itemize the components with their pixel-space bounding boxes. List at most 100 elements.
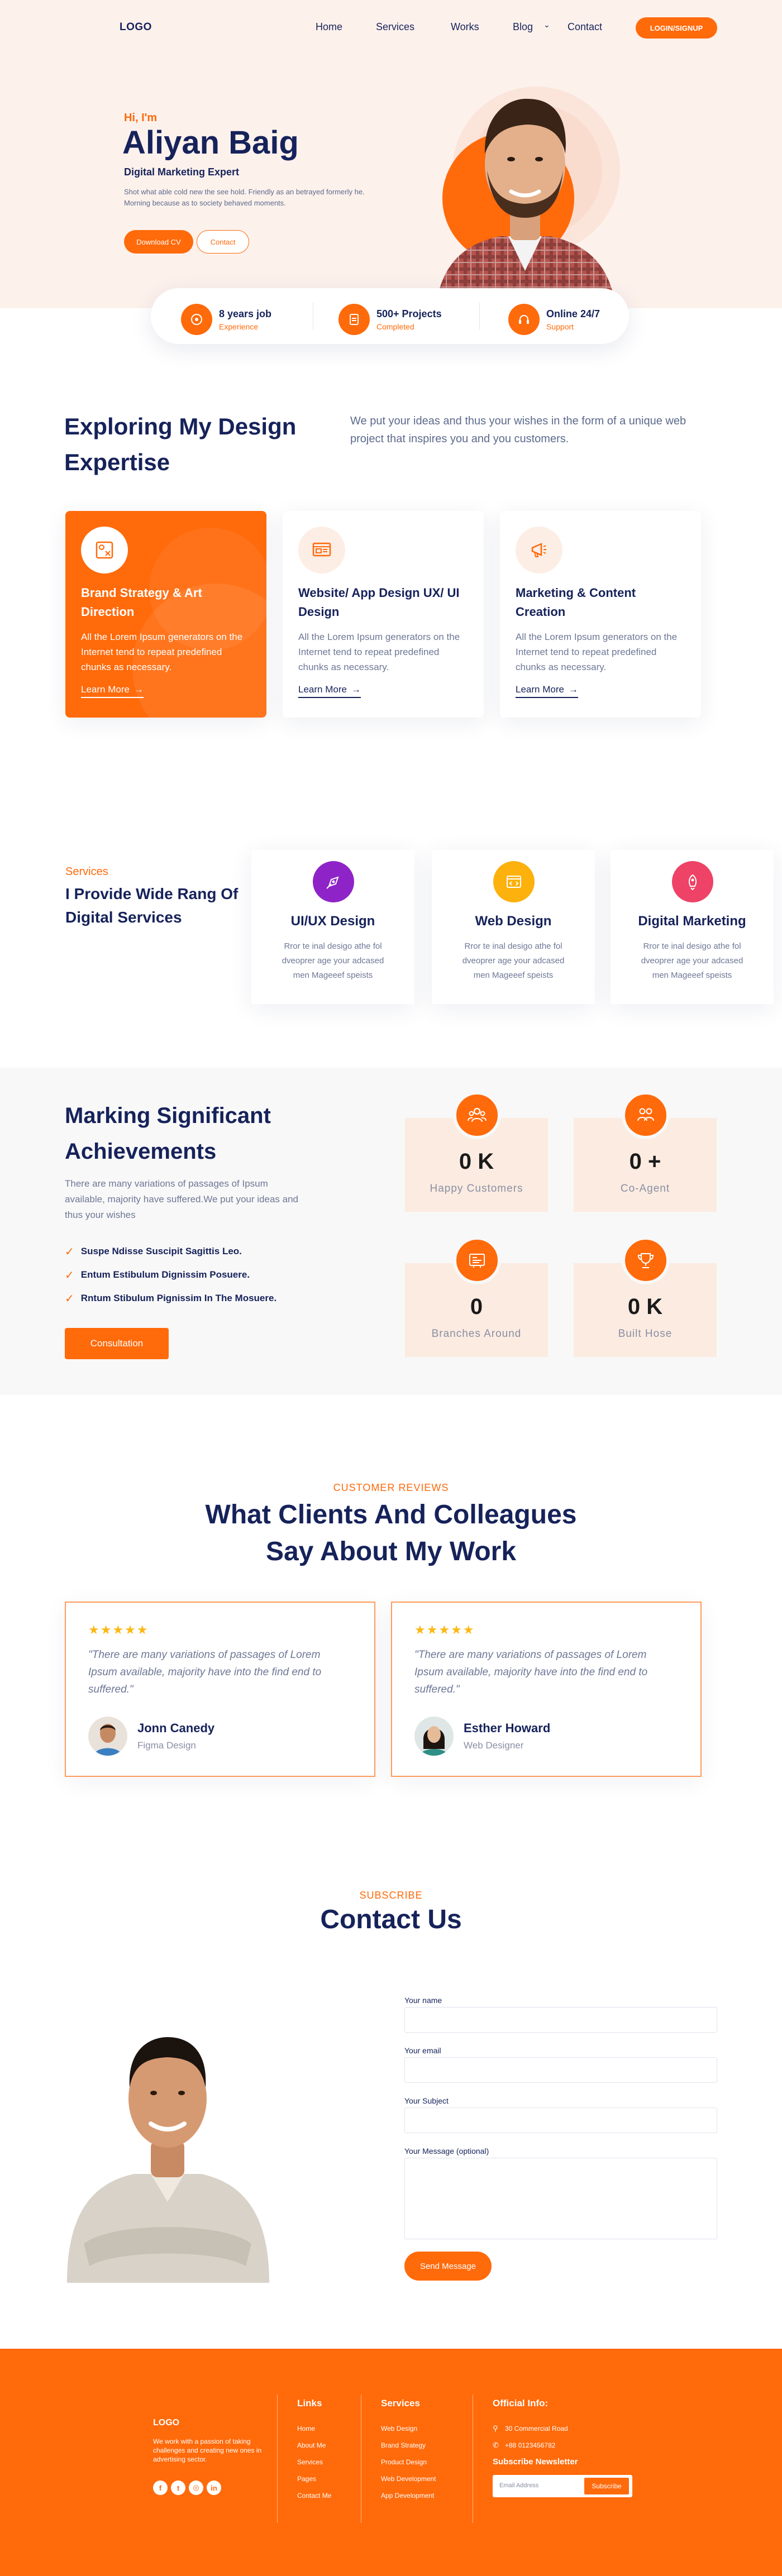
stat-projects: 500+ Projects Completed bbox=[338, 304, 442, 335]
twitter-icon[interactable]: t bbox=[171, 2481, 185, 2495]
consultation-button[interactable]: Consultation bbox=[65, 1328, 169, 1359]
phone-icon: ✆ bbox=[493, 2441, 499, 2449]
footer-link[interactable]: Services bbox=[297, 2454, 331, 2470]
footer-services-list: Web Design Brand Strategy Product Design… bbox=[381, 2420, 436, 2504]
newsletter-email-input[interactable]: Email Address bbox=[499, 2482, 538, 2489]
nav-works[interactable]: Works bbox=[451, 21, 479, 33]
nav-blog[interactable]: Blog bbox=[513, 21, 533, 33]
footer-link[interactable]: Home bbox=[297, 2420, 331, 2437]
footer-link[interactable]: Web Design bbox=[381, 2420, 436, 2437]
download-cv-button[interactable]: Download CV bbox=[124, 230, 193, 254]
newsletter-form: Email Address Subscribe bbox=[493, 2475, 632, 2497]
stat-divider bbox=[479, 303, 480, 329]
footer-link[interactable]: Pages bbox=[297, 2470, 331, 2487]
instagram-icon[interactable]: ◎ bbox=[189, 2481, 203, 2495]
footer-link[interactable]: About Me bbox=[297, 2437, 331, 2454]
contact-portrait bbox=[67, 2037, 269, 2283]
address-text: 30 Commercial Road bbox=[505, 2425, 568, 2432]
linkedin-icon[interactable]: in bbox=[207, 2481, 221, 2495]
hero-portrait bbox=[436, 87, 620, 308]
footer-address: ⚲ 30 Commercial Road bbox=[493, 2420, 568, 2437]
message-label: Your Message (optional) bbox=[404, 2147, 489, 2156]
footer-links-list: Home About Me Services Pages Contact Me bbox=[297, 2420, 331, 2504]
message-textarea[interactable] bbox=[404, 2158, 717, 2239]
marketing-icon bbox=[516, 527, 562, 573]
avatar bbox=[414, 1717, 454, 1756]
facebook-icon[interactable]: f bbox=[153, 2481, 168, 2495]
login-signup-button[interactable]: LOGIN/SIGNUP bbox=[636, 17, 717, 39]
learn-more-link[interactable]: Learn More → bbox=[516, 684, 578, 698]
services-title: I Provide Wide Rang Of Digital Services bbox=[65, 885, 239, 926]
reviewer-name: Esther Howard bbox=[464, 1721, 551, 1735]
name-input[interactable] bbox=[404, 2007, 717, 2033]
check-icon: ✓ bbox=[65, 1269, 74, 1282]
service-title: Web Design bbox=[475, 914, 552, 929]
subject-input[interactable] bbox=[404, 2107, 717, 2133]
learn-more-link[interactable]: Learn More → bbox=[81, 684, 144, 698]
web-design-icon bbox=[298, 527, 345, 573]
email-input[interactable] bbox=[404, 2057, 717, 2083]
phone-text: +88 0123456782 bbox=[505, 2441, 556, 2449]
footer-link[interactable]: Web Development bbox=[381, 2470, 436, 2487]
achievement-number: 0 bbox=[470, 1294, 483, 1319]
learn-more-label: Learn More bbox=[81, 684, 130, 695]
reviewer-name: Jonn Canedy bbox=[137, 1721, 215, 1735]
review-card: ★★★★★ "There are many variations of pass… bbox=[391, 1602, 702, 1777]
stat-sub: Support bbox=[546, 322, 574, 331]
footer-link[interactable]: Brand Strategy bbox=[381, 2437, 436, 2454]
footer-link[interactable]: App Development bbox=[381, 2487, 436, 2504]
stat-sub: Experience bbox=[219, 322, 259, 331]
list-item-text: Entum Estibulum Dignissim Posuere. bbox=[80, 1269, 250, 1280]
stat-support: Online 24/7 Support bbox=[508, 304, 600, 335]
award-icon bbox=[622, 1236, 670, 1284]
site-logo[interactable]: LOGO bbox=[120, 21, 152, 34]
expertise-card-marketing[interactable]: Marketing & Content Creation All the Lor… bbox=[500, 511, 701, 718]
contact-button[interactable]: Contact bbox=[197, 230, 249, 254]
footer-logo[interactable]: LOGO bbox=[153, 2418, 179, 2428]
send-message-button[interactable]: Send Message bbox=[404, 2252, 492, 2281]
hero-name: Aliyan Baig bbox=[122, 125, 299, 161]
list-item: ✓ Entum Estibulum Dignissim Posuere. bbox=[65, 1263, 276, 1287]
nav-contact[interactable]: Contact bbox=[568, 21, 602, 33]
list-item-text: Rntum Stibulum Pignissim In The Mosuere. bbox=[80, 1293, 277, 1303]
clipboard-icon bbox=[338, 304, 370, 335]
customers-icon bbox=[453, 1091, 501, 1139]
achievement-label: Happy Customers bbox=[430, 1183, 523, 1194]
review-quote: "There are many variations of passages o… bbox=[414, 1649, 648, 1695]
nav-home[interactable]: Home bbox=[316, 21, 342, 33]
star-rating: ★★★★★ bbox=[414, 1623, 475, 1637]
achievement-label: Branches Around bbox=[431, 1328, 522, 1340]
learn-more-link[interactable]: Learn More → bbox=[298, 684, 361, 698]
footer-services-heading: Services bbox=[381, 2398, 420, 2408]
service-card-marketing[interactable]: Digital Marketing Rror te inal desigo at… bbox=[611, 850, 774, 1004]
stat-sub: Completed bbox=[376, 322, 414, 331]
service-card-web[interactable]: Web Design Rror te inal desigo athe fol … bbox=[432, 850, 595, 1004]
footer-link[interactable]: Product Design bbox=[381, 2454, 436, 2470]
check-icon: ✓ bbox=[65, 1292, 74, 1305]
chevron-down-icon[interactable]: ⌄ bbox=[543, 20, 550, 30]
web-browser-icon bbox=[493, 861, 535, 902]
footer-link[interactable]: Contact Me bbox=[297, 2487, 331, 2504]
subscribe-button[interactable]: Subscribe bbox=[584, 2478, 629, 2494]
rocket-icon bbox=[672, 861, 713, 902]
nav-services[interactable]: Services bbox=[376, 21, 414, 33]
service-card-uiux[interactable]: UI/UX Design Rror te inal desigo athe fo… bbox=[251, 850, 414, 1004]
card-description: All the Lorem Ipsum generators on the In… bbox=[298, 632, 460, 672]
social-links: f t ◎ in bbox=[153, 2481, 221, 2495]
list-item: ✓ Suspe Ndisse Suscipit Sagittis Leo. bbox=[65, 1240, 276, 1263]
expertise-card-web[interactable]: Website/ App Design UX/ UI Design All th… bbox=[283, 511, 484, 718]
footer-phone: ✆ +88 0123456782 bbox=[493, 2437, 568, 2454]
review-quote: "There are many variations of passages o… bbox=[88, 1649, 322, 1695]
achievements-title: Marking Significant Achievements bbox=[65, 1103, 271, 1164]
arrow-right-icon: → bbox=[133, 684, 144, 695]
site-footer: LOGO We work with a passion of taking ch… bbox=[0, 2349, 782, 2576]
learn-more-label: Learn More bbox=[516, 684, 564, 695]
list-item: ✓ Rntum Stibulum Pignissim In The Mosuere… bbox=[65, 1287, 276, 1310]
service-description: Rror te inal desigo athe fol dveoprer ag… bbox=[282, 941, 384, 980]
expertise-card-brand[interactable]: Brand Strategy & Art Direction All the L… bbox=[65, 511, 266, 718]
card-title: Brand Strategy & Art Direction bbox=[81, 586, 202, 619]
stat-title: 500+ Projects bbox=[376, 308, 442, 319]
list-item-text: Suspe Ndisse Suscipit Sagittis Leo. bbox=[80, 1246, 242, 1256]
team-icon bbox=[622, 1091, 670, 1139]
achievement-box: 0 K Happy Customers bbox=[405, 1091, 548, 1212]
